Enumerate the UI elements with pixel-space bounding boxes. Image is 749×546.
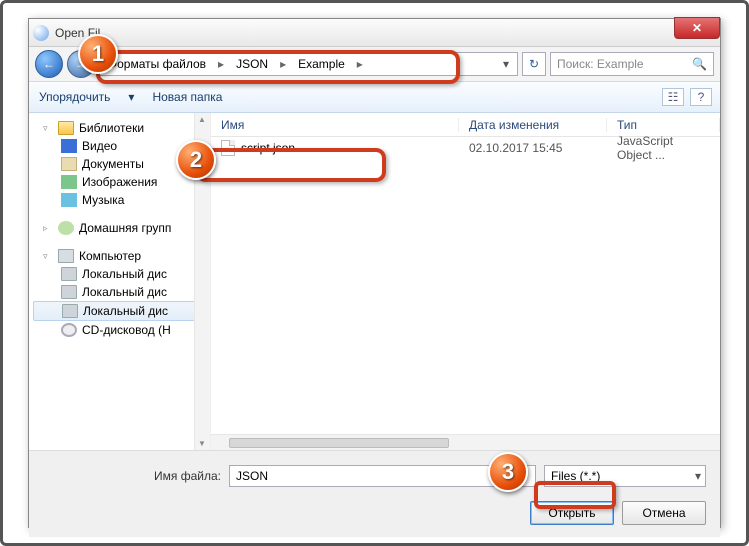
scroll-thumb[interactable] [229,438,449,448]
chevron-down-icon[interactable]: ▾ [497,57,515,71]
tree-documents[interactable]: Документы [33,155,210,173]
forward-button[interactable]: → [67,50,95,78]
file-date: 02.10.2017 15:45 [459,141,607,155]
arrow-left-icon: ← [43,57,55,71]
col-name[interactable]: Имя [211,118,459,132]
tree-libraries[interactable]: ▿Библиотеки [33,119,210,137]
music-icon [61,193,77,207]
window-title: Open Fil [55,26,100,40]
file-icon [221,140,235,156]
arrow-right-icon: → [75,57,87,71]
dialog-footer: Имя файла: JSON Files (*.*)▾ Открыть Отм… [29,451,720,537]
help-icon: ? [698,90,705,104]
disk-icon [61,285,77,299]
toolbar: Упорядочить ▾ Новая папка ☷ ? [29,81,720,113]
crumb-3[interactable]: Example [294,55,349,73]
close-button[interactable]: ✕ [674,17,720,39]
tree-disk-1[interactable]: Локальный дис [33,265,210,283]
file-filter-dropdown[interactable]: Files (*.*)▾ [544,465,706,487]
close-icon: ✕ [692,21,702,35]
chevron-down-icon: ▾ [128,90,134,104]
organize-menu[interactable]: Упорядочить [39,90,110,104]
refresh-icon: ↻ [529,57,539,71]
col-date[interactable]: Дата изменения [459,118,607,132]
app-icon [33,25,49,41]
crumb-2[interactable]: JSON [232,55,272,73]
open-button[interactable]: Открыть [530,501,614,525]
search-icon: 🔍 [692,57,707,71]
tree-music[interactable]: Музыка [33,191,210,209]
tree-video[interactable]: Видео [33,137,210,155]
chevron-right-icon: ▸ [274,57,292,71]
computer-icon [58,249,74,263]
chevron-right-icon: ▸ [212,57,230,71]
file-type: JavaScript Object ... [607,134,720,162]
cd-icon [61,323,77,337]
refresh-button[interactable]: ↻ [522,52,546,76]
filename-label: Имя файла: [43,469,221,483]
back-button[interactable]: ← [35,50,63,78]
disk-icon [62,304,78,318]
tree-homegroup[interactable]: ▹Домашняя групп [33,219,210,237]
horizontal-scrollbar[interactable] [211,434,720,450]
documents-icon [61,157,77,171]
sidebar-scrollbar[interactable] [194,113,210,450]
chevron-down-icon: ▾ [695,469,701,483]
sidebar: ▿Библиотеки Видео Документы Изображения … [29,113,211,450]
tree-images[interactable]: Изображения [33,173,210,191]
dialog-body: ▿Библиотеки Видео Документы Изображения … [29,113,720,451]
disk-icon [61,267,77,281]
filename-input[interactable]: JSON [229,465,536,487]
images-icon [61,175,77,189]
nav-bar: ← → Форматы файлов ▸ JSON ▸ Example ▸ ▾ … [29,47,720,81]
search-input[interactable]: Поиск: Example 🔍 [550,52,714,76]
expand-icon: ▹ [43,223,53,234]
video-icon [61,139,77,153]
libraries-icon [58,121,74,135]
homegroup-icon [58,221,74,235]
tree-disk-2[interactable]: Локальный дис [33,283,210,301]
col-type[interactable]: Тип [607,118,720,132]
expand-icon: ▿ [43,251,53,262]
chevron-right-icon: ▸ [351,57,369,71]
tree-cd[interactable]: CD-дисковод (H [33,321,210,339]
file-name: script.json [241,141,295,155]
cancel-button[interactable]: Отмена [622,501,706,525]
tree-computer[interactable]: ▿Компьютер [33,247,210,265]
crumb-1[interactable]: Форматы файлов [104,55,210,73]
open-file-dialog: Open Fil ✕ ← → Форматы файлов ▸ JSON ▸ E… [28,18,721,528]
tree-disk-3[interactable]: Локальный дис [33,301,210,321]
view-button[interactable]: ☷ [662,88,684,106]
view-icon: ☷ [668,90,679,104]
file-list-pane: Имя Дата изменения Тип script.json 02.10… [211,113,720,450]
search-placeholder: Поиск: Example [557,57,644,71]
breadcrumb[interactable]: Форматы файлов ▸ JSON ▸ Example ▸ ▾ [99,52,518,76]
nav-tree: ▿Библиотеки Видео Документы Изображения … [29,113,210,345]
expand-icon: ▿ [43,123,53,134]
new-folder-button[interactable]: Новая папка [152,90,222,104]
help-button[interactable]: ? [690,88,712,106]
titlebar: Open Fil ✕ [29,19,720,47]
file-row[interactable]: script.json 02.10.2017 15:45 JavaScript … [211,137,720,159]
